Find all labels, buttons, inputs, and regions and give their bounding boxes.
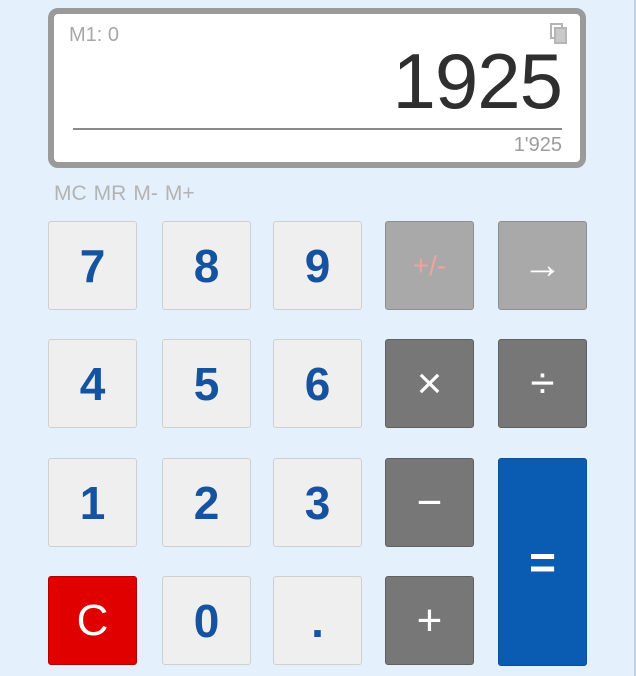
key-0[interactable]: 0 [162,576,251,665]
display-main-value: 1925 [392,37,563,125]
memory-button-row: MC MR M- M+ [54,182,202,206]
key-3[interactable]: 3 [273,458,362,547]
subtract-button[interactable]: − [385,458,474,547]
backspace-button[interactable]: → [498,221,587,310]
multiply-button[interactable]: × [385,339,474,428]
memory-subtract-button[interactable]: M- [133,182,158,205]
key-2[interactable]: 2 [162,458,251,547]
memory-add-button[interactable]: M+ [165,182,195,205]
calculator-display: M1: 0 1925 1'925 [48,8,586,168]
memory-indicator: M1: 0 [69,24,120,46]
key-5[interactable]: 5 [162,339,251,428]
key-9[interactable]: 9 [273,221,362,310]
key-7[interactable]: 7 [48,221,137,310]
decimal-point-button[interactable]: . [273,576,362,665]
display-formatted-value: 1'925 [513,134,562,156]
display-divider [73,128,562,130]
key-4[interactable]: 4 [48,339,137,428]
key-6[interactable]: 6 [273,339,362,428]
clear-button[interactable]: C [48,576,137,665]
negate-button[interactable]: +/- [385,221,474,310]
divide-button[interactable]: ÷ [498,339,587,428]
equals-button[interactable]: = [498,458,587,666]
add-button[interactable]: + [385,576,474,665]
key-1[interactable]: 1 [48,458,137,547]
key-8[interactable]: 8 [162,221,251,310]
memory-clear-button[interactable]: MC [54,182,87,205]
memory-recall-button[interactable]: MR [94,182,127,205]
